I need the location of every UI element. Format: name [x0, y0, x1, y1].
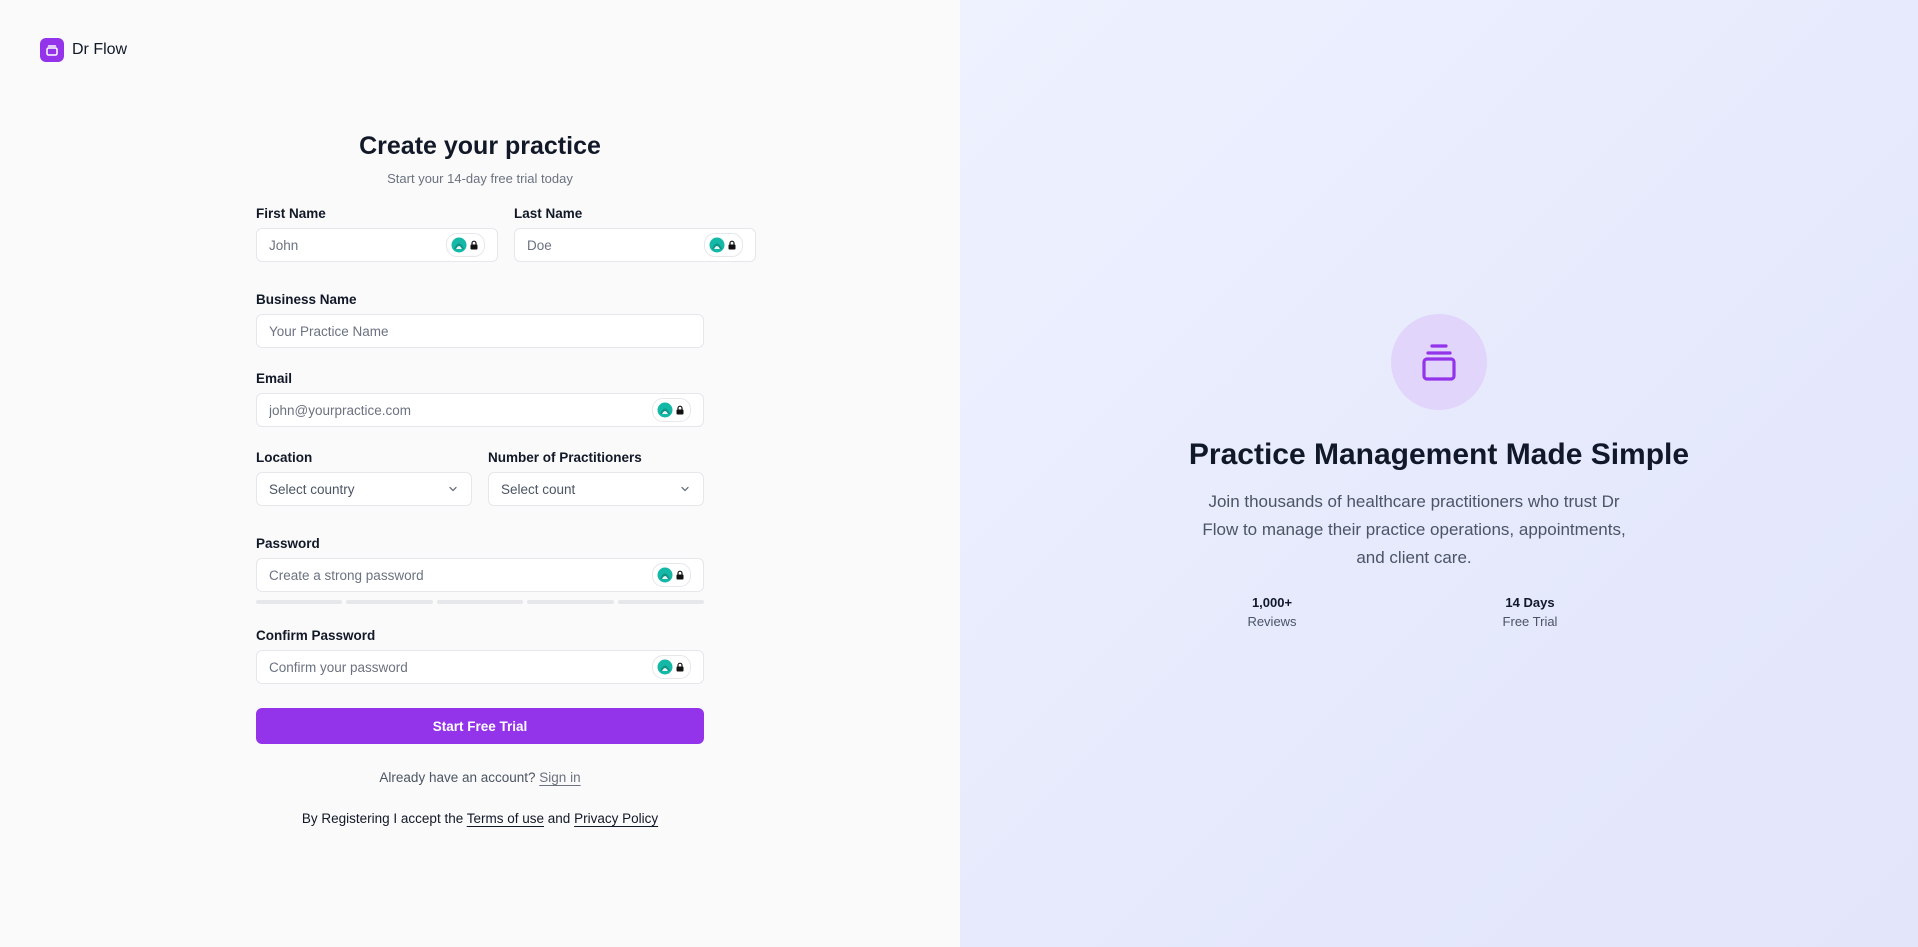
marketing-panel: Practice Management Made Simple Join tho… [960, 0, 1918, 947]
first-name-input[interactable] [269, 237, 446, 253]
business-name-field: Business Name [256, 292, 704, 348]
lock-icon [470, 240, 478, 250]
password-label: Password [256, 536, 320, 551]
confirm-password-input[interactable] [269, 659, 652, 675]
stat-value: 1,000+ [1251, 595, 1293, 610]
lock-icon [676, 405, 684, 415]
email-label: Email [256, 371, 293, 386]
hero-description: Join thousands of healthcare practitione… [1202, 492, 1626, 567]
confirm-password-input-wrapper [256, 650, 704, 684]
page-title: Create your practice [359, 132, 601, 160]
last-name-input[interactable] [527, 237, 704, 253]
location-select[interactable]: Select country [256, 472, 472, 506]
lock-icon [728, 240, 736, 250]
chevron-down-icon [449, 486, 457, 492]
password-input-wrapper [256, 558, 704, 592]
password-manager-icon [657, 567, 673, 583]
password-manager-badge[interactable] [652, 398, 691, 422]
practitioners-field: Number of Practitioners Select count [488, 450, 704, 506]
password-manager-icon [451, 237, 467, 253]
last-name-field: Last Name [514, 206, 756, 262]
name-row: First Name Last Name [256, 206, 756, 262]
stacked-layers-icon [1391, 314, 1487, 410]
terms-of-use-link[interactable]: Terms of use [467, 811, 544, 826]
signup-page: Dr Flow Create your practice Start your … [0, 0, 1918, 947]
signin-prompt: Already have an account? Sign in [256, 770, 704, 785]
brand-name: Dr Flow [72, 41, 128, 58]
stat-label: Free Trial [1502, 614, 1558, 629]
sign-in-link[interactable]: Sign in [539, 770, 580, 785]
first-name-input-wrapper [256, 228, 498, 262]
signup-form: Create your practice Start your 14-day f… [256, 132, 756, 826]
hero: Practice Management Made Simple Join tho… [960, 314, 1918, 572]
password-manager-badge[interactable] [652, 655, 691, 679]
stat-reviews: 1,000+ Reviews [1192, 595, 1352, 629]
stat-label: Reviews [1247, 614, 1297, 629]
start-free-trial-button[interactable]: Start Free Trial [256, 708, 704, 744]
practitioners-select-value: Select count [501, 481, 576, 497]
form-panel: Dr Flow Create your practice Start your … [0, 0, 960, 947]
brand[interactable]: Dr Flow [40, 38, 127, 62]
last-name-label: Last Name [514, 206, 583, 221]
strength-segment [346, 600, 433, 604]
password-manager-icon [657, 659, 673, 675]
password-input[interactable] [269, 567, 652, 583]
submit-wrap: Start Free Trial [256, 708, 704, 744]
terms-notice: By Registering I accept the Terms of use… [256, 811, 704, 826]
terms-and: and [547, 811, 571, 826]
password-manager-icon [657, 402, 673, 418]
location-row: Location Select country Number of Practi… [256, 450, 704, 506]
last-name-input-wrapper [514, 228, 756, 262]
password-field: Password [256, 536, 705, 604]
strength-segment [256, 600, 343, 604]
page-subtitle: Start your 14-day free trial today [387, 171, 573, 186]
strength-segment [436, 600, 524, 604]
strength-segment [617, 600, 705, 604]
hero-title: Practice Management Made Simple [1188, 438, 1690, 471]
email-field: Email [256, 371, 704, 427]
password-manager-badge[interactable] [704, 233, 743, 257]
password-manager-icon [709, 237, 725, 253]
business-name-input-wrapper [256, 314, 704, 348]
confirm-password-field: Confirm Password [256, 628, 704, 684]
location-label: Location [256, 450, 313, 465]
signin-prompt-text: Already have an account? [379, 770, 536, 785]
business-name-input[interactable] [269, 323, 691, 339]
location-select-value: Select country [269, 481, 355, 497]
lock-icon [676, 662, 684, 672]
stat-value: 14 Days [1505, 595, 1555, 610]
email-input-wrapper [256, 393, 704, 427]
stat-free-trial: 14 Days Free Trial [1450, 595, 1610, 629]
practitioners-select[interactable]: Select count [488, 472, 704, 506]
password-strength-meter [256, 600, 705, 604]
password-manager-badge[interactable] [652, 563, 691, 587]
first-name-label: First Name [256, 206, 326, 221]
business-name-label: Business Name [256, 292, 357, 307]
terms-prefix: By Registering I accept the [301, 811, 464, 826]
strength-segment [527, 600, 614, 604]
practitioners-label: Number of Practitioners [488, 450, 642, 465]
password-manager-badge[interactable] [446, 233, 485, 257]
email-input[interactable] [269, 402, 652, 418]
logo-icon [40, 38, 64, 62]
lock-icon [676, 570, 684, 580]
location-field: Location Select country [256, 450, 472, 506]
privacy-policy-link[interactable]: Privacy Policy [574, 811, 658, 826]
first-name-field: First Name [256, 206, 498, 262]
confirm-password-label: Confirm Password [256, 628, 376, 643]
chevron-down-icon [681, 486, 689, 492]
